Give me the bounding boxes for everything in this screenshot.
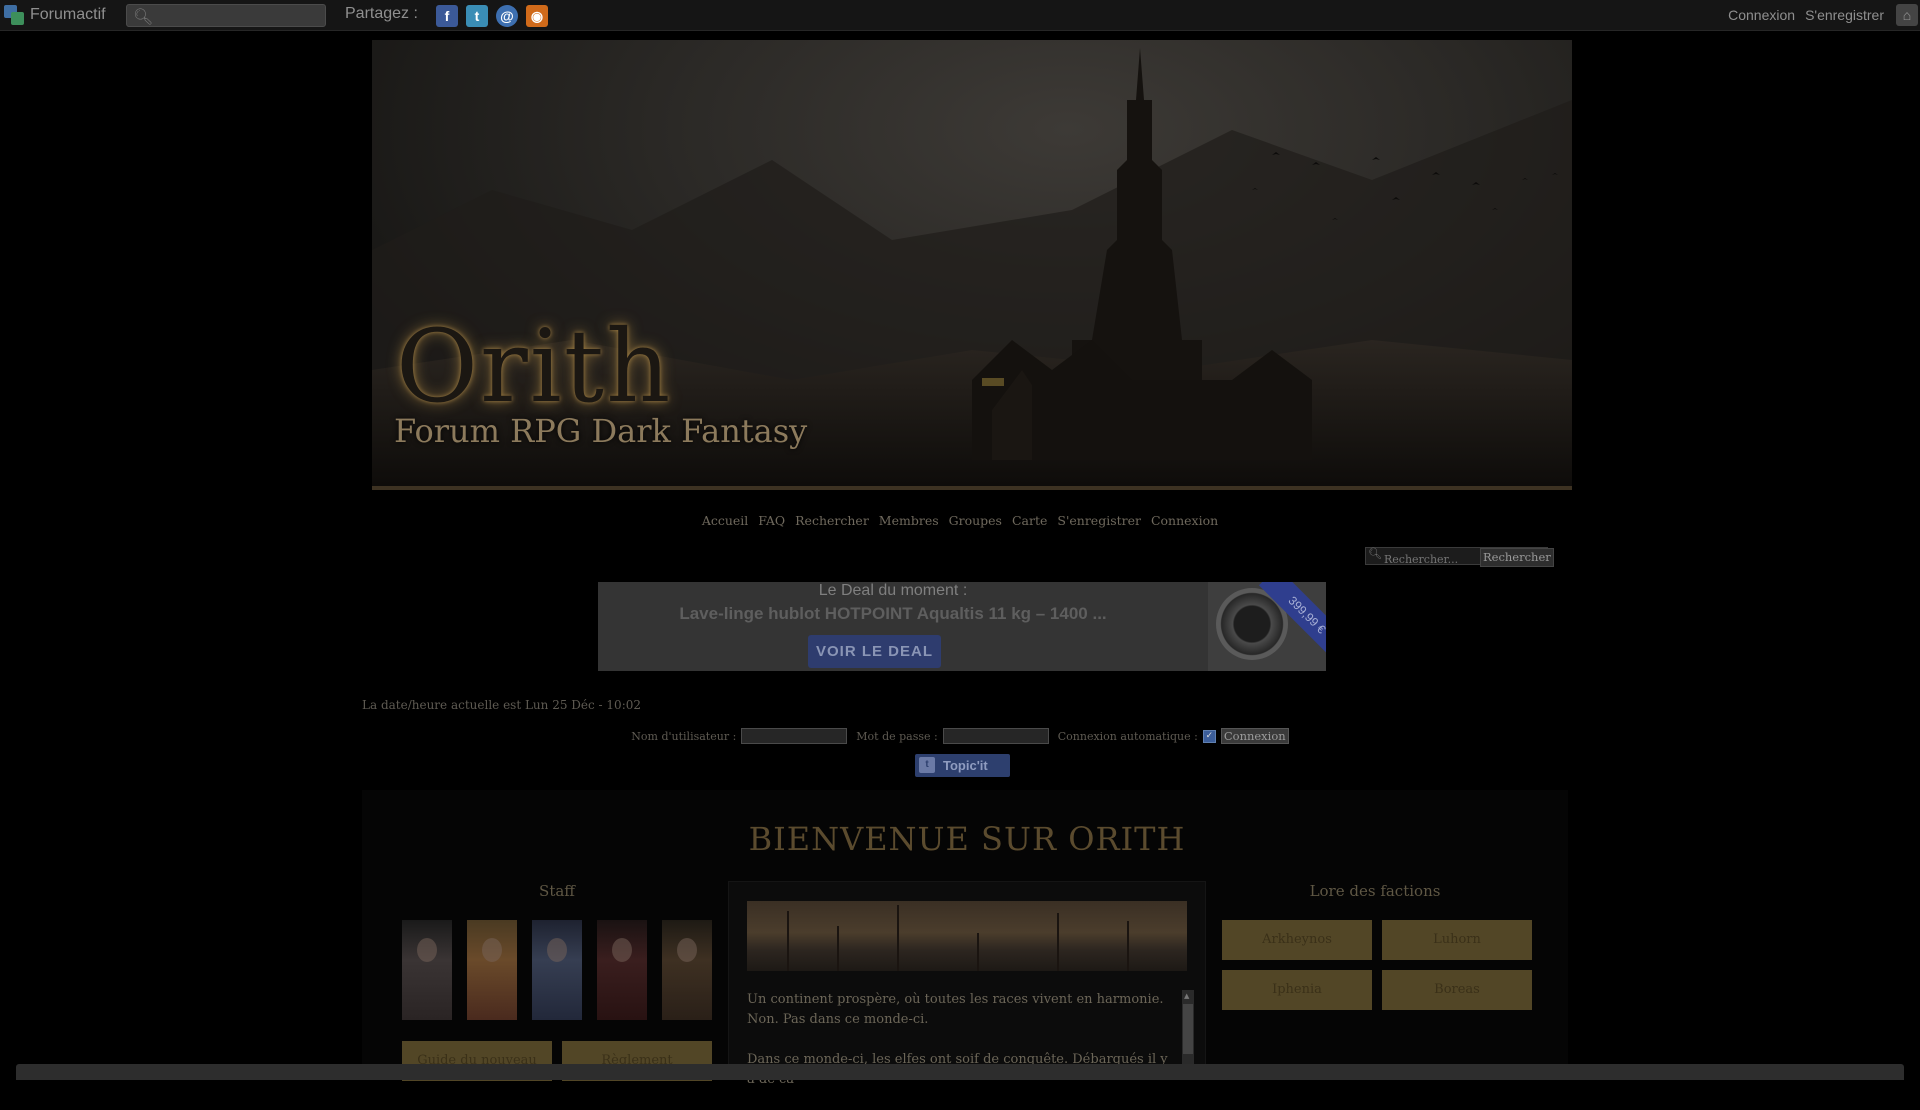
forum-banner[interactable]: Orith Forum RPG Dark Fantasy (372, 40, 1572, 490)
password-field[interactable] (942, 728, 1049, 744)
home-icon[interactable]: ⌂ (1896, 4, 1918, 26)
banner-title: Orith (396, 308, 673, 425)
nav-carte[interactable]: Carte (1012, 513, 1047, 528)
nav-enregistrer[interactable]: S'enregistrer (1057, 513, 1141, 528)
twitter-icon[interactable]: t (466, 5, 488, 27)
current-datetime: La date/heure actuelle est Lun 25 Déc - … (362, 698, 641, 712)
intro-image (747, 901, 1187, 971)
toolbar-search-box[interactable]: 🔍︎ (126, 4, 326, 27)
staff-heading: Staff (539, 882, 575, 900)
staff-avatar[interactable] (467, 920, 517, 1020)
intro-text: Un continent prospère, où toutes les rac… (747, 990, 1177, 1110)
staff-avatar[interactable] (532, 920, 582, 1020)
topicit-icon: t (919, 757, 935, 773)
topicit-button[interactable]: t Topic'it (915, 754, 1010, 777)
faction-luhorn-button[interactable]: Luhorn (1382, 920, 1532, 960)
nav-faq[interactable]: FAQ (758, 513, 785, 528)
rss-icon[interactable]: ◉ (526, 5, 548, 27)
auto-login-checkbox[interactable]: ✓ (1202, 729, 1216, 743)
email-icon[interactable]: @ (496, 5, 518, 27)
brand-label: Forumactif (30, 6, 106, 23)
toolbar-search-input[interactable] (153, 6, 325, 26)
login-submit-button[interactable]: Connexion (1220, 728, 1289, 744)
forumactif-logo-icon (4, 5, 24, 25)
faction-arkheynos-button[interactable]: Arkheynos (1222, 920, 1372, 960)
login-form: Nom d'utilisateur : Mot de passe : Conne… (0, 728, 1920, 744)
nav-rechercher[interactable]: Rechercher (795, 513, 869, 528)
banner-subtitle: Forum RPG Dark Fantasy (394, 412, 808, 450)
username-field[interactable] (741, 728, 848, 744)
nav-connexion[interactable]: Connexion (1151, 513, 1218, 528)
see-deal-button[interactable]: VOIR LE DEAL (808, 635, 941, 668)
deal-product-image[interactable]: 399,99 € (1208, 582, 1326, 671)
nav-membres[interactable]: Membres (879, 513, 939, 528)
staff-avatar[interactable] (402, 920, 452, 1020)
search-icon: 🔍︎ (133, 9, 154, 26)
staff-avatar[interactable] (597, 920, 647, 1020)
intro-paragraph: Un continent prospère, où toutes les rac… (747, 992, 1164, 1027)
scroll-up-icon[interactable]: ▲ (1184, 992, 1189, 1000)
bottom-overlay-bar (16, 1064, 1904, 1080)
staff-avatar[interactable] (662, 920, 712, 1020)
lore-heading: Lore des factions (1309, 882, 1441, 900)
nav-accueil[interactable]: Accueil (702, 513, 748, 528)
toolbar-register-link[interactable]: S'enregistrer (1805, 7, 1884, 23)
username-label: Nom d'utilisateur : (631, 729, 737, 743)
forum-search-button[interactable]: Rechercher (1480, 548, 1554, 567)
deal-product[interactable]: Lave-linge hublot HOTPOINT Aqualtis 11 k… (598, 604, 1188, 624)
facebook-icon[interactable]: f (436, 5, 458, 27)
forumactif-brand[interactable]: Forumactif (4, 5, 106, 25)
deal-banner[interactable]: Le Deal du moment : Lave-linge hublot HO… (598, 582, 1326, 671)
auto-login-label: Connexion automatique : (1057, 729, 1198, 743)
forumactif-toolbar: Forumactif 🔍︎ Partagez : f t @ ◉ Connexi… (0, 0, 1920, 31)
main-nav: Accueil FAQ Rechercher Membres Groupes C… (0, 513, 1920, 528)
deal-label: Le Deal du moment : (818, 582, 968, 599)
faction-iphenia-button[interactable]: Iphenia (1222, 970, 1372, 1010)
search-icon: 🔍︎ (1368, 547, 1382, 560)
nav-groupes[interactable]: Groupes (949, 513, 1002, 528)
topicit-label: Topic'it (943, 758, 988, 773)
scroll-thumb[interactable] (1183, 1004, 1193, 1054)
share-label: Partagez : (345, 5, 418, 22)
faction-boreas-button[interactable]: Boreas (1382, 970, 1532, 1010)
welcome-title: BIENVENUE SUR ORITH (748, 820, 1186, 858)
toolbar-login-link[interactable]: Connexion (1728, 7, 1795, 23)
password-label: Mot de passe : (856, 729, 938, 743)
